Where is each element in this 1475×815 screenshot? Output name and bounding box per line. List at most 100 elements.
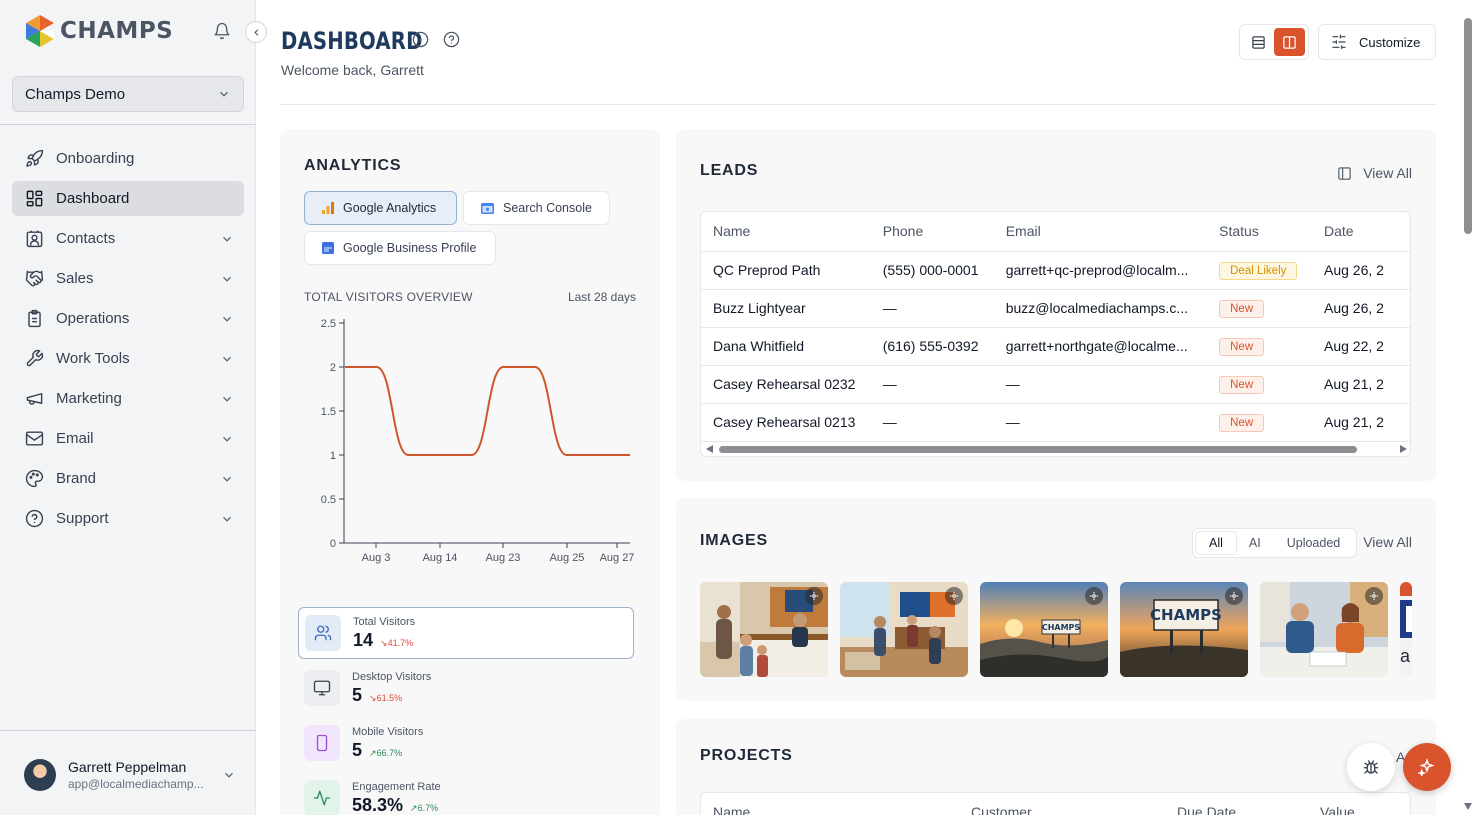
sidebar-item-support[interactable]: Support bbox=[12, 501, 244, 536]
sidebar-item-operations[interactable]: Operations bbox=[12, 301, 244, 336]
sidebar-item-email[interactable]: Email bbox=[12, 421, 244, 456]
metric-desktop-visitors[interactable]: Desktop Visitors 5 ↘61.5% bbox=[298, 662, 634, 714]
trend-down-icon: ↘ bbox=[380, 637, 388, 648]
table-row[interactable]: Buzz Lightyear — buzz@localmediachamps.c… bbox=[701, 289, 1410, 328]
y-tick-label: 0 bbox=[330, 538, 336, 550]
user-menu[interactable]: Garrett Peppelman app@localmediachamp... bbox=[24, 759, 236, 791]
sidebar-item-label: Dashboard bbox=[56, 190, 130, 207]
image-thumbnail[interactable]: a bbox=[1400, 582, 1412, 677]
metric-delta: ↗6.7% bbox=[410, 803, 438, 814]
sidebar-item-work-tools[interactable]: Work Tools bbox=[12, 341, 244, 376]
image-thumbnail[interactable] bbox=[1260, 582, 1388, 677]
lead-date: Aug 21, 2 bbox=[1312, 365, 1410, 404]
visitors-line-chart: 0 0.5 1 1.5 2 2.5 Aug 3 Aug 14 Aug 23 Aug 25 Aug 2… bbox=[321, 318, 635, 564]
trend-up-icon: ↗ bbox=[410, 802, 418, 813]
lead-date: Aug 21, 2 bbox=[1312, 403, 1410, 442]
sidebar-item-label: Brand bbox=[56, 470, 97, 487]
column-header[interactable]: Email bbox=[993, 212, 1208, 252]
column-header[interactable]: Customer bbox=[971, 804, 1032, 815]
column-header[interactable]: Date bbox=[1312, 212, 1410, 252]
scroll-down-icon[interactable] bbox=[1464, 803, 1472, 810]
metric-delta-value: 6.7% bbox=[417, 802, 439, 813]
table-row[interactable]: Dana Whitfield (616) 555-0392 garrett+no… bbox=[701, 327, 1410, 366]
info-icon[interactable] bbox=[412, 31, 429, 48]
column-header[interactable]: Phone bbox=[870, 212, 994, 252]
view-all-label: View All bbox=[1363, 165, 1412, 181]
report-bug-button[interactable] bbox=[1347, 743, 1395, 791]
account-selector[interactable]: Champs Demo bbox=[12, 76, 244, 112]
column-header[interactable]: Due Date bbox=[1177, 804, 1236, 815]
analytics-card: ANALYTICS Google Analytics Search Consol… bbox=[280, 129, 660, 815]
collapse-sidebar-button[interactable] bbox=[245, 21, 267, 43]
metric-total-visitors[interactable]: Total Visitors 14 ↘41.7% bbox=[298, 607, 634, 659]
tab-search-console[interactable]: Search Console bbox=[463, 191, 610, 225]
image-filter-toggle: All AI Uploaded bbox=[1192, 528, 1358, 558]
leads-table: Name Phone Email Status Date QC Preprod … bbox=[700, 211, 1411, 457]
sidebar-item-label: Work Tools bbox=[56, 350, 130, 367]
image-thumbnail[interactable]: CHAMPS bbox=[1120, 582, 1248, 677]
column-header[interactable]: Name bbox=[701, 212, 871, 252]
sidebar-nav: Onboarding Dashboard Contacts Sales Oper… bbox=[12, 141, 244, 541]
table-row[interactable]: QC Preprod Path (555) 000-0001 garrett+q… bbox=[701, 251, 1410, 290]
sliders-icon bbox=[1332, 34, 1346, 50]
bell-icon[interactable] bbox=[213, 22, 231, 40]
column-header[interactable]: Name bbox=[713, 804, 750, 815]
sidebar-item-contacts[interactable]: Contacts bbox=[12, 221, 244, 256]
metric-mobile-visitors[interactable]: Mobile Visitors 5 ↗66.7% bbox=[298, 717, 634, 769]
sidebar-item-sales[interactable]: Sales bbox=[12, 261, 244, 296]
wrench-icon bbox=[24, 349, 44, 369]
help-icon[interactable] bbox=[443, 31, 460, 48]
chevron-down-icon bbox=[225, 772, 233, 778]
image-thumbnail[interactable] bbox=[840, 582, 968, 677]
filter-ai[interactable]: AI bbox=[1236, 532, 1274, 554]
horizontal-scrollbar[interactable] bbox=[701, 442, 1410, 456]
image-thumbnail[interactable] bbox=[700, 582, 828, 677]
list-layout-button[interactable] bbox=[1243, 28, 1274, 56]
table-row[interactable]: Casey Rehearsal 0232 — — New Aug 21, 2 bbox=[701, 365, 1410, 404]
image-thumbnail[interactable]: CHAMPS bbox=[980, 582, 1108, 677]
brand-logo[interactable]: CHAMPS bbox=[24, 14, 173, 48]
leads-view-all-link[interactable]: View All bbox=[1337, 165, 1412, 181]
page-scrollbar[interactable] bbox=[1461, 0, 1475, 815]
overview-range[interactable]: Last 28 days bbox=[568, 290, 636, 304]
sidebar-item-dashboard[interactable]: Dashboard bbox=[12, 181, 244, 216]
lead-phone: (555) 000-0001 bbox=[870, 251, 994, 290]
metric-label: Engagement Rate bbox=[352, 780, 441, 793]
ai-assistant-button[interactable] bbox=[1403, 743, 1451, 791]
ai-sparkle-icon bbox=[1085, 587, 1103, 605]
tab-label: Google Analytics bbox=[343, 201, 437, 215]
handshake-icon bbox=[24, 269, 44, 289]
columns-layout-button[interactable] bbox=[1274, 28, 1305, 56]
filter-all[interactable]: All bbox=[1196, 532, 1236, 554]
ai-sparkle-icon bbox=[1225, 587, 1243, 605]
lead-phone: — bbox=[870, 403, 994, 442]
scroll-thumb[interactable] bbox=[719, 446, 1357, 453]
customize-button[interactable]: Customize bbox=[1318, 24, 1436, 60]
sidebar-item-marketing[interactable]: Marketing bbox=[12, 381, 244, 416]
table-row[interactable]: Casey Rehearsal 0213 — — New Aug 21, 2 bbox=[701, 403, 1410, 442]
tab-google-analytics[interactable]: Google Analytics bbox=[304, 191, 457, 225]
column-header[interactable]: Value bbox=[1320, 804, 1355, 815]
analytics-title: ANALYTICS bbox=[304, 157, 402, 174]
column-header[interactable]: Status bbox=[1207, 212, 1312, 252]
sidebar-item-onboarding[interactable]: Onboarding bbox=[12, 141, 244, 176]
help-circle-icon bbox=[24, 509, 44, 529]
brand-name: CHAMPS bbox=[60, 18, 174, 44]
scroll-left-icon[interactable] bbox=[706, 445, 713, 453]
metric-value: 14 bbox=[353, 629, 374, 650]
user-email: app@localmediachamp... bbox=[68, 777, 204, 791]
billboard-text: CHAMPS bbox=[1042, 623, 1081, 632]
lead-email: — bbox=[993, 403, 1208, 442]
images-view-all-link[interactable]: View All bbox=[1363, 534, 1412, 550]
metric-engagement-rate[interactable]: Engagement Rate 58.3% ↗6.7% bbox=[298, 772, 634, 815]
filter-uploaded[interactable]: Uploaded bbox=[1274, 532, 1354, 554]
tab-google-business-profile[interactable]: Google Business Profile bbox=[304, 231, 496, 265]
page-scroll-thumb[interactable] bbox=[1464, 18, 1472, 234]
scroll-right-icon[interactable] bbox=[1400, 445, 1407, 453]
x-tick-label: Aug 3 bbox=[362, 552, 391, 564]
sidebar-item-brand[interactable]: Brand bbox=[12, 461, 244, 496]
title-icons bbox=[412, 31, 460, 48]
storefront-icon bbox=[321, 241, 335, 255]
overview-label: TOTAL VISITORS OVERVIEW bbox=[304, 290, 473, 304]
lead-name: Casey Rehearsal 0213 bbox=[701, 403, 871, 442]
